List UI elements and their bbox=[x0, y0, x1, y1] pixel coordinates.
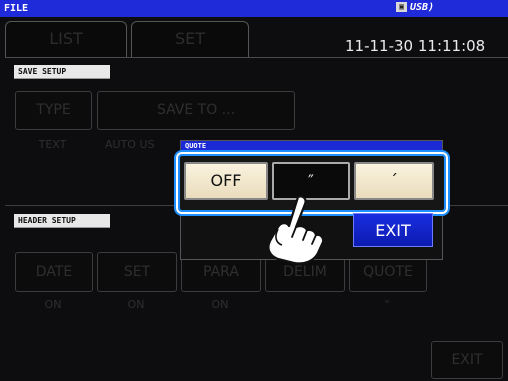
drive-icon: ▣ bbox=[396, 2, 407, 12]
tab-baseline bbox=[5, 57, 508, 58]
save-to-button[interactable]: SAVE TO ... bbox=[97, 91, 295, 130]
tab-set[interactable]: SET bbox=[131, 21, 249, 58]
usb-indicator: ▣ USB) bbox=[396, 1, 434, 15]
save-setup-header: SAVE SETUP bbox=[14, 65, 110, 79]
title-bar: FILE ▣ USB) bbox=[0, 0, 508, 17]
usb-label: USB bbox=[410, 2, 429, 13]
header-setup-header: HEADER SETUP bbox=[14, 214, 110, 228]
date-button[interactable]: DATE bbox=[15, 252, 93, 292]
quote-dialog-title: QUOTE bbox=[181, 141, 442, 151]
para-value: ON bbox=[211, 298, 229, 311]
type-button[interactable]: TYPE bbox=[15, 91, 92, 130]
set-button[interactable]: SET bbox=[97, 252, 177, 292]
pointing-hand-icon bbox=[267, 195, 325, 265]
datetime: 11-11-30 11:11:08 bbox=[345, 37, 486, 55]
type-value: TEXT bbox=[38, 138, 67, 151]
bottom-exit-button[interactable]: EXIT bbox=[431, 341, 503, 379]
quote-value: " bbox=[384, 298, 390, 311]
set-value: ON bbox=[127, 298, 145, 311]
screen: FILE ▣ USB) LIST SET 11-11-30 11:11:08 SA… bbox=[0, 0, 508, 381]
tab-list[interactable]: LIST bbox=[5, 21, 127, 58]
quote-option-off[interactable]: OFF bbox=[184, 162, 268, 200]
dialog-exit-button[interactable]: EXIT bbox=[353, 213, 433, 247]
save-to-value: AUTO US bbox=[105, 138, 155, 151]
quote-option-single[interactable]: ´ bbox=[354, 162, 434, 200]
date-value: ON bbox=[44, 298, 62, 311]
app-title: FILE bbox=[4, 3, 29, 14]
